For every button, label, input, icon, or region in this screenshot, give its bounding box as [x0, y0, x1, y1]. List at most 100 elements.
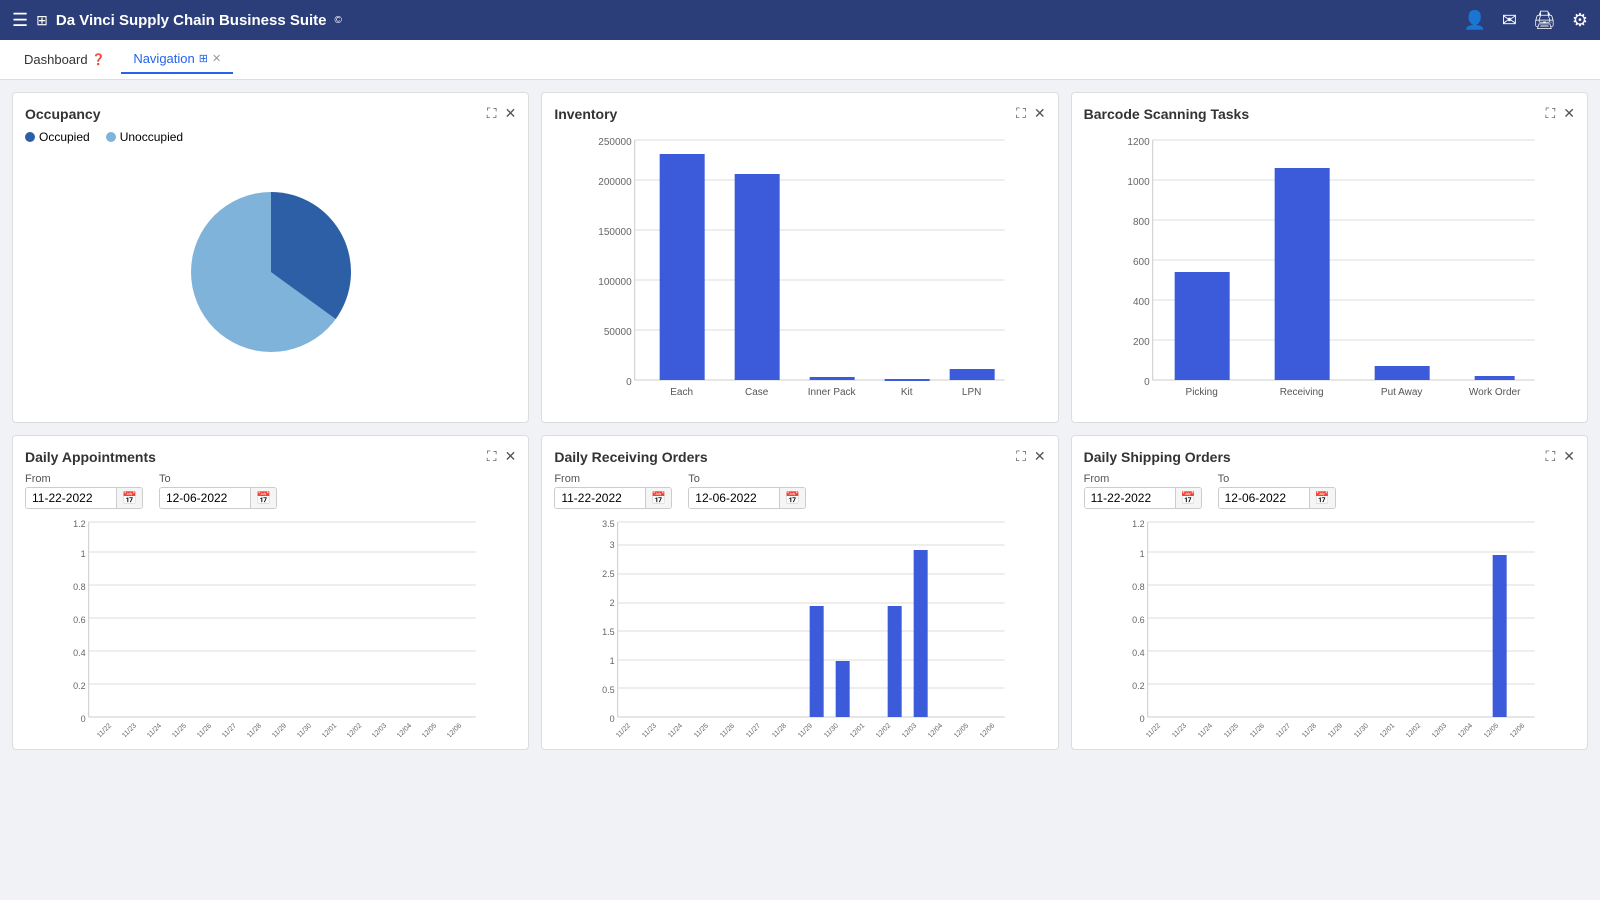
daily-receiving-from-calendar-icon[interactable]: 📅 [645, 488, 671, 508]
daily-appointments-expand-icon[interactable]: ⛶ [487, 448, 497, 465]
daily-appointments-from-input[interactable] [26, 488, 116, 508]
svg-text:11/27: 11/27 [745, 722, 762, 737]
svg-text:0.8: 0.8 [1132, 582, 1145, 592]
svg-text:11/23: 11/23 [641, 722, 658, 737]
daily-appointments-title: Daily Appointments [25, 449, 156, 465]
daily-appointments-to-calendar-icon[interactable]: 📅 [250, 488, 276, 508]
svg-text:12/03: 12/03 [901, 722, 918, 737]
legend-unoccupied: Unoccupied [106, 130, 183, 144]
daily-receiving-widget: Daily Receiving Orders ⛶ ✕ From 📅 To 📅 [541, 435, 1058, 750]
daily-appointments-header: Daily Appointments ⛶ ✕ [25, 448, 516, 465]
svg-text:11/28: 11/28 [246, 722, 263, 737]
copyright-symbol: © [335, 15, 342, 26]
bar-work-order [1474, 376, 1514, 380]
daily-shipping-to-input-wrap: 📅 [1218, 487, 1336, 509]
barcode-scanning-expand-icon[interactable]: ⛶ [1545, 105, 1555, 122]
svg-text:12/06: 12/06 [446, 722, 463, 737]
svg-text:3: 3 [610, 540, 615, 550]
svg-text:12/02: 12/02 [1405, 722, 1422, 737]
occupancy-controls: ⛶ ✕ [487, 105, 517, 122]
svg-text:11/30: 11/30 [823, 722, 840, 737]
svg-text:3.5: 3.5 [602, 519, 615, 529]
svg-text:12/06: 12/06 [1509, 722, 1526, 737]
svg-text:LPN: LPN [962, 387, 981, 398]
legend-occupied-label: Occupied [39, 130, 90, 144]
tab-dashboard[interactable]: Dashboard ❓ [12, 46, 117, 73]
svg-text:800: 800 [1133, 217, 1150, 228]
svg-text:Work Order: Work Order [1469, 387, 1521, 398]
hamburger-menu-icon[interactable]: ☰ [12, 10, 28, 31]
occupancy-expand-icon[interactable]: ⛶ [487, 105, 497, 122]
daily-receiving-to-field: To 📅 [688, 473, 806, 509]
daily-shipping-from-calendar-icon[interactable]: 📅 [1175, 488, 1201, 508]
daily-appointments-close-icon[interactable]: ✕ [505, 448, 517, 465]
daily-shipping-chart: 0 0.2 0.4 0.6 0.8 1 1.2 11/22 11/23 [1084, 517, 1575, 737]
daily-appointments-to-input-wrap: 📅 [159, 487, 277, 509]
daily-appointments-from-field: From 📅 [25, 473, 143, 509]
daily-shipping-to-label: To [1218, 473, 1336, 485]
inventory-chart: 0 50000 100000 150000 200000 250000 Each [554, 130, 1045, 410]
inventory-expand-icon[interactable]: ⛶ [1016, 105, 1026, 122]
barcode-scanning-title: Barcode Scanning Tasks [1084, 106, 1249, 122]
bar-recv-7 [810, 606, 824, 717]
user-icon[interactable]: 👤 [1463, 10, 1485, 31]
svg-text:0.2: 0.2 [73, 681, 86, 691]
svg-text:12/04: 12/04 [1457, 722, 1474, 737]
svg-text:12/01: 12/01 [1379, 722, 1396, 737]
bar-inner-pack [810, 377, 855, 380]
svg-text:11/30: 11/30 [296, 722, 313, 737]
svg-text:400: 400 [1133, 297, 1150, 308]
daily-receiving-from-input[interactable] [555, 488, 645, 508]
daily-receiving-from-label: From [554, 473, 672, 485]
svg-text:11/26: 11/26 [196, 722, 213, 737]
svg-text:12/03: 12/03 [1431, 722, 1448, 737]
svg-text:11/23: 11/23 [121, 722, 138, 737]
settings-icon[interactable]: ⚙ [1572, 10, 1588, 31]
daily-receiving-to-calendar-icon[interactable]: 📅 [779, 488, 805, 508]
barcode-scanning-header: Barcode Scanning Tasks ⛶ ✕ [1084, 105, 1575, 122]
svg-text:0.4: 0.4 [1132, 648, 1145, 658]
svg-text:11/27: 11/27 [221, 722, 238, 737]
daily-appointments-to-field: To 📅 [159, 473, 277, 509]
daily-shipping-from-input[interactable] [1085, 488, 1175, 508]
occupancy-close-icon[interactable]: ✕ [505, 105, 517, 122]
navigation-grid-icon: ⊞ [199, 52, 208, 65]
inbox-icon[interactable]: ✉ [1502, 10, 1517, 31]
daily-receiving-expand-icon[interactable]: ⛶ [1016, 448, 1026, 465]
svg-text:200: 200 [1133, 337, 1150, 348]
daily-shipping-header: Daily Shipping Orders ⛶ ✕ [1084, 448, 1575, 465]
svg-text:12/05: 12/05 [1483, 722, 1500, 737]
bar-each [660, 154, 705, 380]
svg-text:Each: Each [671, 387, 694, 398]
daily-appointments-from-calendar-icon[interactable]: 📅 [116, 488, 142, 508]
svg-text:0: 0 [1144, 377, 1150, 388]
daily-appointments-controls: ⛶ ✕ [487, 448, 517, 465]
svg-text:0.2: 0.2 [1132, 681, 1145, 691]
daily-shipping-to-calendar-icon[interactable]: 📅 [1309, 488, 1335, 508]
svg-text:11/25: 11/25 [1223, 722, 1240, 737]
daily-shipping-from-field: From 📅 [1084, 473, 1202, 509]
svg-text:0: 0 [81, 714, 86, 724]
daily-appointments-to-label: To [159, 473, 277, 485]
inventory-close-icon[interactable]: ✕ [1034, 105, 1046, 122]
svg-text:12/01: 12/01 [321, 722, 338, 737]
dashboard-help-icon[interactable]: ❓ [92, 53, 106, 66]
daily-shipping-from-label: From [1084, 473, 1202, 485]
daily-appointments-to-input[interactable] [160, 488, 250, 508]
tab-navigation-close[interactable]: ✕ [212, 52, 221, 65]
daily-receiving-to-input-wrap: 📅 [688, 487, 806, 509]
svg-text:1.2: 1.2 [73, 519, 86, 529]
daily-receiving-title: Daily Receiving Orders [554, 449, 707, 465]
svg-text:12/05: 12/05 [953, 722, 970, 737]
daily-shipping-expand-icon[interactable]: ⛶ [1545, 448, 1555, 465]
daily-shipping-close-icon[interactable]: ✕ [1563, 448, 1575, 465]
print-icon[interactable]: 🖨 [1533, 10, 1556, 31]
daily-receiving-header: Daily Receiving Orders ⛶ ✕ [554, 448, 1045, 465]
barcode-scanning-close-icon[interactable]: ✕ [1563, 105, 1575, 122]
daily-receiving-to-input[interactable] [689, 488, 779, 508]
tab-navigation[interactable]: Navigation ⊞ ✕ [121, 45, 233, 74]
daily-receiving-close-icon[interactable]: ✕ [1034, 448, 1046, 465]
daily-shipping-widget: Daily Shipping Orders ⛶ ✕ From 📅 To 📅 [1071, 435, 1588, 750]
daily-shipping-to-input[interactable] [1219, 488, 1309, 508]
svg-text:0.5: 0.5 [602, 685, 615, 695]
